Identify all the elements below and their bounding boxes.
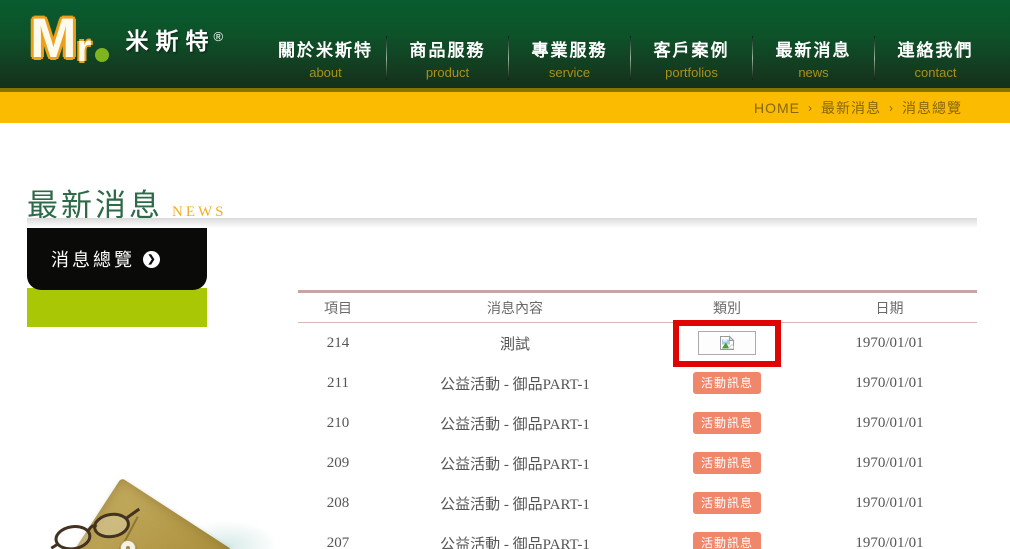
sidebar-item-label: 消息總覽 <box>51 246 135 272</box>
category-badge: 活動訊息 <box>693 532 761 549</box>
nav-label: 關於米斯特 <box>265 36 386 61</box>
cell-date: 1970/01/01 <box>802 335 977 352</box>
annotation-highlight-box <box>673 320 781 367</box>
nav-item-about[interactable]: 關於米斯特 about <box>265 36 386 80</box>
nav-item-contact[interactable]: 連絡我們 contact <box>875 36 996 80</box>
nav-label: 商品服務 <box>387 36 508 61</box>
cell-date: 1970/01/01 <box>802 375 977 392</box>
envelope-string <box>115 516 138 549</box>
cell-content-link[interactable]: 測試 <box>378 333 652 354</box>
cell-content-link[interactable]: 公益活動 - 御品PART-1 <box>378 453 652 474</box>
col-header-content: 消息內容 <box>378 298 652 318</box>
breadcrumb-news-link[interactable]: 最新消息 <box>821 98 881 118</box>
nav-sublabel: service <box>509 65 630 80</box>
news-table: 項目 消息內容 類別 日期 214 測試 <box>298 290 977 549</box>
cell-content-link[interactable]: 公益活動 - 御品PART-1 <box>378 533 652 549</box>
nav-sublabel: about <box>265 65 386 80</box>
sidebar-item-news-overview[interactable]: 消息總覽 ❯ <box>27 228 207 290</box>
table-row[interactable]: 208 公益活動 - 御品PART-1 活動訊息 1970/01/01 <box>298 483 977 523</box>
category-badge: 活動訊息 <box>693 492 761 514</box>
nav-label: 客戶案例 <box>631 36 752 61</box>
cell-date: 1970/01/01 <box>802 535 977 549</box>
kraft-envelope-image <box>56 478 232 549</box>
logo-r-letter: r <box>77 32 92 66</box>
eyeglasses-image <box>45 501 147 549</box>
cell-item-id: 207 <box>298 535 378 549</box>
nav-item-news[interactable]: 最新消息 news <box>753 36 874 80</box>
sidebar-green-block <box>27 288 207 327</box>
nav-item-portfolios[interactable]: 客戶案例 portfolios <box>631 36 752 80</box>
logo-dot-icon <box>95 48 109 62</box>
cell-item-id: 211 <box>298 375 378 392</box>
cell-item-id: 210 <box>298 415 378 432</box>
cell-content-link[interactable]: 公益活動 - 御品PART-1 <box>378 413 652 434</box>
envelope-button <box>120 540 136 549</box>
main-nav: 關於米斯特 about 商品服務 product 專業服務 service 客戶… <box>265 36 996 80</box>
nav-label: 專業服務 <box>509 36 630 61</box>
col-header-item: 項目 <box>298 298 378 318</box>
category-badge: 活動訊息 <box>693 372 761 394</box>
breadcrumb-separator: › <box>889 101 894 115</box>
broken-image-placeholder <box>698 331 756 355</box>
nav-sublabel: portfolios <box>631 65 752 80</box>
nav-item-product[interactable]: 商品服務 product <box>387 36 508 80</box>
cell-content-link[interactable]: 公益活動 - 御品PART-1 <box>378 493 652 514</box>
nav-sublabel: product <box>387 65 508 80</box>
cell-category: 活動訊息 <box>652 532 802 549</box>
cell-category <box>652 320 802 367</box>
nav-item-service[interactable]: 專業服務 service <box>509 36 630 80</box>
cell-date: 1970/01/01 <box>802 415 977 432</box>
page: M r 米斯特 ® 關於米斯特 about 商品服務 product 專業服務 … <box>0 0 1010 549</box>
cell-category: 活動訊息 <box>652 492 802 514</box>
category-badge: 活動訊息 <box>693 412 761 434</box>
table-row[interactable]: 211 公益活動 - 御品PART-1 活動訊息 1970/01/01 <box>298 363 977 403</box>
cell-item-id: 208 <box>298 495 378 512</box>
cell-item-id: 214 <box>298 335 378 352</box>
breadcrumb-home-link[interactable]: HOME <box>754 100 800 116</box>
cell-category: 活動訊息 <box>652 412 802 434</box>
logo-brand-name: 米斯特 <box>125 22 215 56</box>
nav-sublabel: news <box>753 65 874 80</box>
title-divider <box>27 218 977 228</box>
table-row[interactable]: 207 公益活動 - 御品PART-1 活動訊息 1970/01/01 <box>298 523 977 549</box>
cell-content-link[interactable]: 公益活動 - 御品PART-1 <box>378 373 652 394</box>
teal-accent-shape <box>178 520 278 549</box>
logo-m-letter: M <box>30 10 75 66</box>
nav-sublabel: contact <box>875 65 996 80</box>
col-header-date: 日期 <box>802 298 977 318</box>
col-header-category: 類別 <box>652 298 802 318</box>
brand-logo[interactable]: M r 米斯特 ® <box>30 10 223 66</box>
breadcrumb-separator: › <box>808 101 813 115</box>
nav-label: 最新消息 <box>753 36 874 61</box>
cell-date: 1970/01/01 <box>802 455 977 472</box>
chevron-right-circle-icon: ❯ <box>143 251 160 268</box>
table-row[interactable]: 214 測試 1970/01/01 <box>298 323 977 363</box>
nav-label: 連絡我們 <box>875 36 996 61</box>
table-header-row: 項目 消息內容 類別 日期 <box>298 290 977 323</box>
table-row[interactable]: 209 公益活動 - 御品PART-1 活動訊息 1970/01/01 <box>298 443 977 483</box>
site-header: M r 米斯特 ® 關於米斯特 about 商品服務 product 專業服務 … <box>0 0 1010 88</box>
cell-date: 1970/01/01 <box>802 495 977 512</box>
breadcrumb: HOME › 最新消息 › 消息總覽 <box>0 92 1010 123</box>
broken-image-icon <box>719 335 735 351</box>
decorative-photo <box>0 468 300 549</box>
breadcrumb-current: 消息總覽 <box>902 98 962 118</box>
cell-item-id: 209 <box>298 455 378 472</box>
cell-category: 活動訊息 <box>652 372 802 394</box>
category-badge: 活動訊息 <box>693 452 761 474</box>
registered-mark: ® <box>213 29 223 44</box>
table-row[interactable]: 210 公益活動 - 御品PART-1 活動訊息 1970/01/01 <box>298 403 977 443</box>
cell-category: 活動訊息 <box>652 452 802 474</box>
